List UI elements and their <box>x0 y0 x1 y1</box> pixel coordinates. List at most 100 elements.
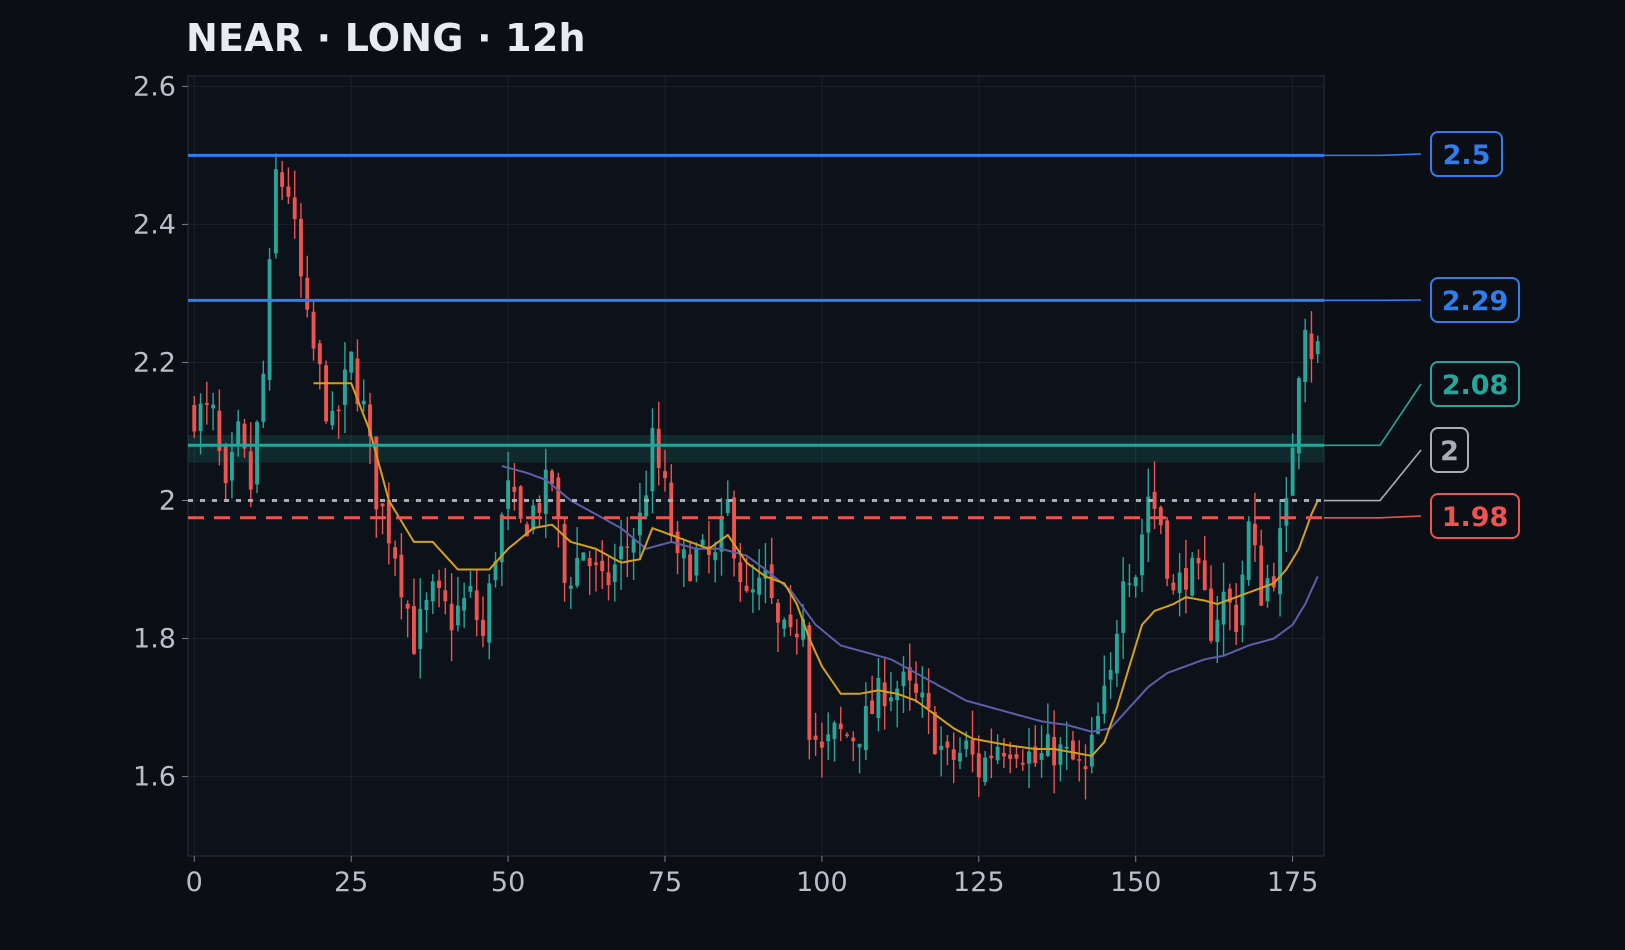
candle-body <box>393 547 398 559</box>
candle-body <box>299 218 303 277</box>
candle-body <box>694 547 699 576</box>
x-tick-label: 100 <box>796 867 848 898</box>
candle-body <box>1083 766 1088 770</box>
candle-body <box>700 539 705 545</box>
candle-body <box>619 546 624 560</box>
candle-body <box>487 583 492 643</box>
candle-body <box>1196 557 1201 564</box>
candle-body <box>581 552 586 561</box>
x-tick-label: 75 <box>648 867 682 898</box>
candle-body <box>1215 619 1220 643</box>
candle-body <box>995 746 1000 761</box>
candle-body <box>757 577 762 595</box>
candle-body <box>349 351 354 373</box>
candle-body <box>575 558 580 586</box>
candle-body <box>688 554 693 581</box>
candle-body <box>1296 378 1301 454</box>
candle-body <box>386 499 391 544</box>
candle-body <box>1039 753 1044 760</box>
candle-body <box>568 585 573 589</box>
candle-body <box>1265 578 1270 602</box>
candle-body <box>481 619 485 637</box>
candle-body <box>901 671 906 687</box>
level-label-text: 2.08 <box>1442 370 1509 401</box>
candle-body <box>1102 685 1107 714</box>
candle-body <box>983 757 988 782</box>
candle-body <box>1253 523 1257 546</box>
candle-body <box>1001 752 1006 757</box>
level-connector <box>1324 515 1422 519</box>
candle-body <box>744 585 749 592</box>
candle-body <box>317 343 322 365</box>
candle-body <box>424 599 429 611</box>
candle-body <box>845 734 849 736</box>
candle-body <box>550 470 554 485</box>
x-tick-label: 50 <box>491 867 525 898</box>
candle-body <box>562 524 567 583</box>
x-tick-label: 25 <box>334 867 368 898</box>
candle-body <box>1284 498 1289 526</box>
candle-body <box>1008 754 1013 760</box>
candle-body <box>1114 633 1119 674</box>
plot-area <box>187 75 1325 857</box>
candle-body <box>1259 545 1264 606</box>
candle-body <box>587 558 592 567</box>
candle-body <box>1108 669 1113 680</box>
y-tick-label: 1.8 <box>133 624 176 655</box>
candle-body <box>681 549 686 559</box>
candle-body <box>229 451 234 481</box>
candle-body <box>1071 740 1075 760</box>
candle-body <box>518 486 523 519</box>
candle-body <box>1246 521 1251 580</box>
candle-body <box>1064 746 1069 749</box>
candle-body <box>838 723 843 730</box>
candle-body <box>1290 447 1295 496</box>
candle-body <box>1221 591 1226 625</box>
level-connector <box>1324 153 1422 157</box>
candle-body <box>449 603 454 631</box>
candle-body <box>192 404 197 432</box>
candle-body <box>255 421 259 485</box>
candle-body <box>826 734 831 742</box>
candle-body <box>970 739 975 755</box>
candle-body <box>1315 341 1320 355</box>
candle-body <box>474 590 479 621</box>
candle-body <box>437 580 441 589</box>
candle-body <box>1303 329 1308 382</box>
level-label-text: 2.5 <box>1443 140 1491 171</box>
candle-body <box>305 277 310 310</box>
candle-body <box>644 495 649 517</box>
candlestick-chart: 0 25 50 75 100 125 150 175 1.6 1.8 2 2.2 2.4 2.6 2.5 2.… <box>133 71 1520 898</box>
candle-body <box>1158 507 1163 526</box>
candle-body <box>1177 572 1182 593</box>
candle-body <box>418 608 423 649</box>
candle-body <box>543 469 548 514</box>
candle-body <box>951 749 956 760</box>
candle-body <box>330 410 335 426</box>
candle-body <box>405 603 410 609</box>
candle-body <box>882 682 887 707</box>
x-tick-label: 150 <box>1110 867 1162 898</box>
candle-body <box>1278 528 1283 595</box>
candle-body <box>719 516 724 552</box>
level-label-text: 1.98 <box>1442 502 1509 533</box>
candle-body <box>512 486 517 492</box>
candle-body <box>537 502 542 513</box>
level-connector <box>1324 449 1422 502</box>
candle-body <box>361 400 366 405</box>
candle-body <box>914 683 918 693</box>
candle-body <box>455 605 460 626</box>
candle-body <box>462 598 467 611</box>
candle-body <box>248 451 253 490</box>
candle-body <box>1240 574 1245 626</box>
candle-body <box>738 562 743 583</box>
candle-body <box>888 697 893 702</box>
y-tick-label: 2.2 <box>133 347 176 378</box>
candle-body <box>851 737 856 742</box>
candle-body <box>411 606 416 654</box>
candle-body <box>625 546 630 548</box>
candle-body <box>1140 534 1144 576</box>
candle-body <box>1183 568 1188 590</box>
candle-body <box>976 753 981 778</box>
y-tick-label: 1.6 <box>133 762 176 793</box>
